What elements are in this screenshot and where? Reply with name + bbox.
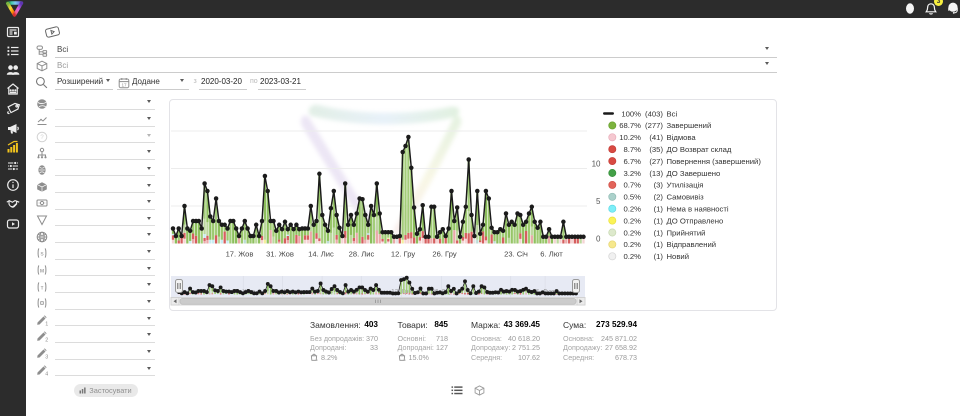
svg-text:31. Жов: 31. Жов (266, 250, 294, 259)
svg-text:0.2%: 0.2% (623, 240, 641, 249)
svg-text:(2): (2) (654, 193, 664, 202)
svg-text:x: x (316, 358, 318, 361)
svg-text:0.2%: 0.2% (623, 252, 641, 261)
svg-text:Всі: Всі (667, 109, 678, 118)
svg-text:8.7%: 8.7% (623, 145, 641, 154)
svg-text:68.7%: 68.7% (619, 121, 641, 130)
svg-text:x: x (404, 358, 406, 361)
svg-text:(41): (41) (649, 133, 663, 142)
svg-text:Прийнятий: Прийнятий (667, 228, 706, 237)
svg-text:(1): (1) (654, 228, 664, 237)
svg-text:Новий: Новий (667, 252, 690, 261)
svg-text:(403): (403) (645, 109, 663, 118)
svg-text:(27): (27) (649, 157, 663, 166)
svg-text:Відмова: Відмова (667, 133, 697, 142)
svg-text:ДО Отправлено: ДО Отправлено (667, 216, 724, 225)
svg-text:6.7%: 6.7% (623, 157, 641, 166)
svg-text:(3): (3) (654, 181, 664, 190)
svg-text:(1): (1) (654, 240, 664, 249)
svg-text:0.5%: 0.5% (623, 193, 641, 202)
svg-text:0.2%: 0.2% (623, 216, 641, 225)
svg-text:(277): (277) (645, 121, 663, 130)
svg-text:0: 0 (596, 234, 601, 243)
svg-text:26. Гру: 26. Гру (432, 250, 456, 259)
svg-text:Завершений: Завершений (667, 121, 712, 130)
svg-text:5: 5 (596, 197, 601, 206)
svg-text:10.2%: 10.2% (619, 133, 641, 142)
svg-text:28. Лис: 28. Лис (349, 250, 375, 259)
svg-text:Відправлений: Відправлений (667, 240, 717, 249)
svg-text:Самовивіз: Самовивіз (667, 193, 705, 202)
svg-text:6. Лют: 6. Лют (540, 250, 563, 259)
svg-text:ДО Завершено: ДО Завершено (667, 169, 721, 178)
svg-text:Нема в наявності: Нема в наявності (667, 205, 729, 214)
svg-text:0.7%: 0.7% (623, 181, 641, 190)
svg-text:(1): (1) (654, 252, 664, 261)
svg-text:100%: 100% (621, 109, 641, 118)
svg-text:3.2%: 3.2% (623, 169, 641, 178)
svg-text:(35): (35) (649, 145, 663, 154)
svg-text:Повернення (завершений): Повернення (завершений) (667, 157, 762, 166)
svg-text:0.2%: 0.2% (623, 205, 641, 214)
svg-text:10: 10 (592, 159, 601, 168)
svg-text:23. Січ: 23. Січ (504, 250, 528, 259)
svg-text:17. Жов: 17. Жов (226, 250, 254, 259)
svg-text:(1): (1) (654, 216, 664, 225)
svg-text:(1): (1) (654, 205, 664, 214)
svg-text:ДО Возврат склад: ДО Возврат склад (667, 145, 732, 154)
svg-text:(13): (13) (649, 169, 663, 178)
svg-text:12. Гру: 12. Гру (391, 250, 415, 259)
svg-text:14. Лис: 14. Лис (308, 250, 334, 259)
svg-text:0.2%: 0.2% (623, 228, 641, 237)
svg-text:Утилізація: Утилізація (667, 181, 704, 190)
